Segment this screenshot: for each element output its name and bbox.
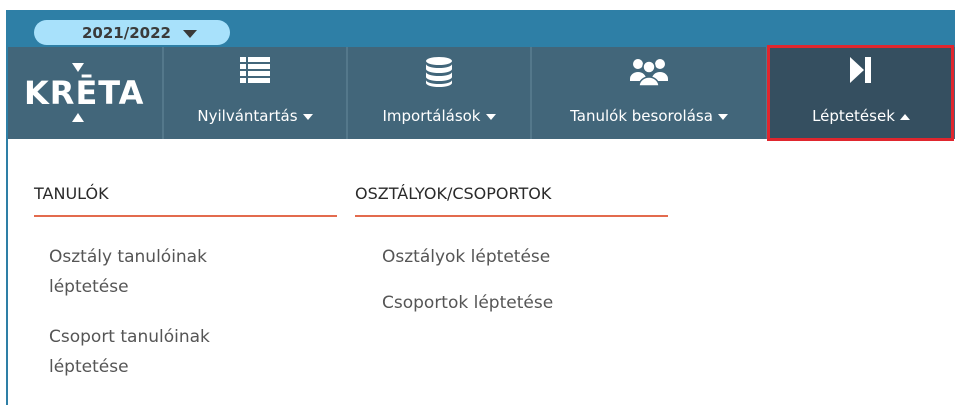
link-osztaly-tanuloinak-leptetese[interactable]: Osztály tanulóinak léptetése bbox=[49, 242, 207, 302]
nav-item-leptetesek[interactable]: Léptetések bbox=[770, 47, 952, 139]
heading-underline bbox=[355, 215, 668, 217]
kreta-logo[interactable]: KRĒTA bbox=[24, 63, 146, 122]
nav-label: Importálások bbox=[382, 107, 481, 125]
nav-separator bbox=[766, 47, 768, 139]
school-year-value: 2021/2022 bbox=[82, 23, 171, 42]
link-text: Csoport tanulóinak bbox=[49, 327, 210, 347]
caret-down-icon bbox=[485, 113, 496, 120]
nav-item-tanulok-besorolasa[interactable]: Tanulók besorolása bbox=[532, 47, 766, 139]
users-icon bbox=[629, 57, 669, 91]
nav-label: Léptetések bbox=[812, 107, 895, 125]
link-text: Csoportok léptetése bbox=[382, 293, 554, 313]
caret-down-icon bbox=[302, 113, 313, 120]
link-osztalyok-leptetese[interactable]: Osztályok léptetése bbox=[382, 242, 550, 272]
logo-triangle-up-icon bbox=[72, 113, 84, 122]
nav-item-importalasok[interactable]: Importálások bbox=[348, 47, 530, 139]
link-text: Osztály tanulóinak bbox=[49, 247, 207, 267]
school-year-selector[interactable]: 2021/2022 bbox=[34, 20, 230, 45]
link-csoportok-leptetese[interactable]: Csoportok léptetése bbox=[382, 288, 553, 318]
step-forward-icon bbox=[850, 57, 872, 87]
link-text: léptetése bbox=[49, 357, 129, 377]
nav-label: Nyilvántartás bbox=[197, 107, 298, 125]
list-icon bbox=[240, 57, 270, 87]
column-heading-tanulok: TANULÓK bbox=[34, 184, 109, 203]
database-icon bbox=[425, 57, 453, 91]
column-heading-osztalyok-csoportok: OSZTÁLYOK/CSOPORTOK bbox=[355, 184, 552, 203]
nav-item-nyilvantartas[interactable]: Nyilvántartás bbox=[164, 47, 346, 139]
link-csoport-tanuloinak-leptetese[interactable]: Csoport tanulóinak léptetése bbox=[49, 322, 210, 382]
logo-triangle-down-icon bbox=[72, 63, 84, 72]
caret-down-icon bbox=[717, 113, 728, 120]
app-window: 2021/2022 KRĒTA Nyilvántartás Importálás… bbox=[0, 0, 955, 405]
heading-underline bbox=[34, 215, 337, 217]
link-text: léptetése bbox=[49, 277, 129, 297]
logo-text: KRĒTA bbox=[24, 74, 145, 112]
link-text: Osztályok léptetése bbox=[382, 247, 551, 267]
chevron-down-icon bbox=[182, 29, 197, 38]
caret-up-icon bbox=[899, 113, 910, 120]
nav-label: Tanulók besorolása bbox=[570, 107, 713, 125]
